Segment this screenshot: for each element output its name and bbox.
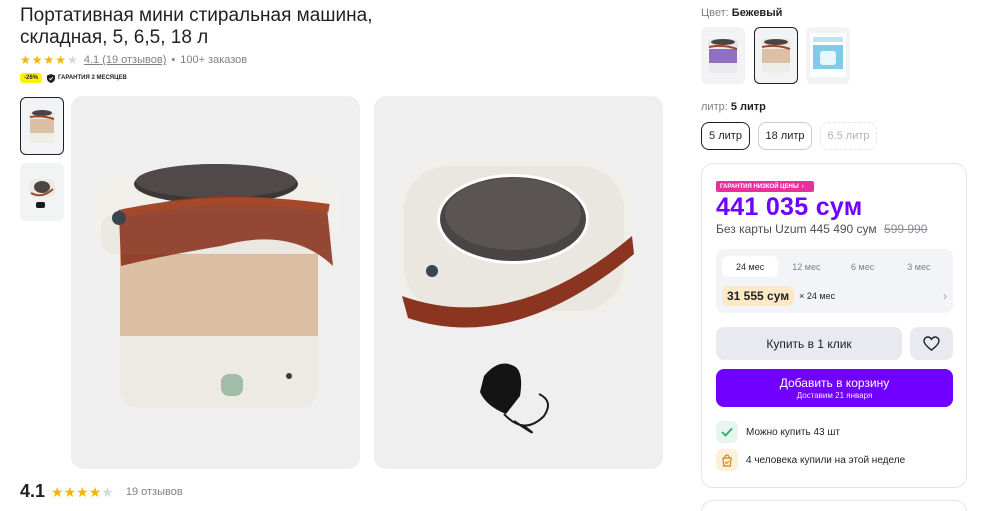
chevron-right-icon: › bbox=[943, 289, 947, 303]
orders-count: 100+ заказов bbox=[180, 54, 248, 66]
low-price-badge-text: ГАРАНТИЯ НИЗКОЙ ЦЕНЫ bbox=[720, 183, 799, 190]
stock-info: Можно купить 43 шт bbox=[716, 421, 840, 443]
washer-top-with-charger-photo bbox=[396, 158, 634, 434]
installment-box: 24 мес 12 мес 6 мес 3 мес 31 555 сум × 2… bbox=[716, 249, 953, 313]
product-photo-2[interactable] bbox=[374, 96, 663, 469]
stock-text: Можно купить 43 шт bbox=[746, 426, 841, 438]
reviews-link[interactable]: 4.1 (19 отзывов) bbox=[84, 54, 167, 66]
product-title: Портативная мини стиральная машина, скла… bbox=[20, 5, 373, 48]
checkmark-icon bbox=[716, 421, 738, 443]
rating-row: ★ ★ ★ ★ ★ 4.1 (19 отзывов) • 100+ заказо… bbox=[20, 52, 247, 68]
period-3[interactable]: 3 мес bbox=[891, 256, 947, 277]
reviews-count-link[interactable]: (19 отзывов) bbox=[102, 54, 166, 66]
liter-option-5[interactable]: 5 литр bbox=[701, 122, 750, 150]
buy-one-click-button[interactable]: Купить в 1 клик bbox=[716, 327, 902, 360]
guarantee-text: ГАРАНТИЯ 2 МЕСЯЦЕВ bbox=[58, 75, 127, 81]
reviews-count[interactable]: 19 отзывов bbox=[126, 486, 183, 498]
rating-big: 4.1 bbox=[20, 481, 46, 501]
color-swatch-blue[interactable] bbox=[806, 27, 850, 84]
reviews-summary: 4.1 ★ ★ ★ ★ ★ 19 отзывов bbox=[20, 481, 183, 502]
shopping-bag-icon bbox=[716, 449, 738, 471]
star-icon: ★ bbox=[43, 53, 55, 67]
installment-periods: 24 мес 12 мес 6 мес 3 мес bbox=[722, 256, 947, 277]
star-empty-icon: ★ bbox=[67, 53, 78, 67]
star-icon: ★ bbox=[63, 483, 77, 500]
installment-row[interactable]: 31 555 сум × 24 мес › bbox=[722, 285, 947, 307]
liter-option-6-5[interactable]: 6.5 литр bbox=[820, 122, 877, 150]
add-to-cart-button[interactable]: Добавить в корзину Доставим 21 января bbox=[716, 369, 953, 407]
star-empty-icon: ★ bbox=[101, 483, 114, 500]
color-option-label: Цвет: Бежевый bbox=[701, 7, 782, 19]
star-icon: ★ bbox=[20, 53, 31, 67]
guarantee-badge: ГАРАНТИЯ 2 МЕСЯЦЕВ bbox=[47, 73, 127, 83]
period-24[interactable]: 24 мес bbox=[722, 256, 779, 277]
rating-value[interactable]: 4.1 bbox=[84, 54, 99, 66]
liter-option-18[interactable]: 18 литр bbox=[758, 122, 812, 150]
bought-info: 4 человека купили на этой неделе bbox=[716, 449, 905, 471]
star-icon: ★ bbox=[88, 483, 102, 500]
price-old: 599 990 bbox=[884, 222, 928, 236]
price-card: ГАРАНТИЯ НИЗКОЙ ЦЕНЫ › 441 035 сум Без к… bbox=[701, 163, 967, 488]
delivery-date: Доставим 21 января bbox=[796, 391, 873, 400]
washer-front-thumb bbox=[29, 110, 55, 143]
color-label-text: Цвет: bbox=[701, 7, 729, 19]
washer-beige-thumb bbox=[761, 39, 791, 73]
period-6[interactable]: 6 мес bbox=[835, 256, 891, 277]
washer-front-photo bbox=[93, 164, 338, 408]
period-12[interactable]: 12 мес bbox=[778, 256, 834, 277]
washer-purple-thumb bbox=[708, 39, 738, 73]
star-icon: ★ bbox=[31, 53, 43, 67]
installment-times: × 24 мес bbox=[799, 291, 836, 301]
product-thumbnail-2[interactable] bbox=[20, 163, 64, 221]
separator-dot: • bbox=[171, 54, 176, 66]
washer-blue-box-thumb bbox=[810, 33, 846, 77]
add-to-cart-label: Добавить в корзину bbox=[779, 376, 890, 390]
rating-stars: ★ ★ ★ ★ ★ bbox=[20, 54, 78, 66]
color-value: Бежевый bbox=[731, 7, 783, 19]
discount-badge: -26% bbox=[20, 73, 43, 83]
bought-text: 4 человека купили на этой неделе bbox=[746, 454, 906, 466]
price-without-card-text: Без карты Uzum 445 490 сум bbox=[716, 222, 877, 236]
star-icon: ★ bbox=[51, 483, 64, 500]
product-photo-1[interactable] bbox=[71, 96, 360, 469]
star-icon: ★ bbox=[55, 53, 67, 67]
star-icon: ★ bbox=[76, 483, 89, 500]
liter-label-text: литр: bbox=[701, 101, 728, 113]
installment-amount: 31 555 сум bbox=[722, 286, 795, 306]
color-swatch-beige[interactable] bbox=[754, 27, 798, 84]
secondary-card bbox=[701, 500, 967, 511]
product-badges: -26% ГАРАНТИЯ 2 МЕСЯЦЕВ bbox=[20, 73, 127, 83]
heart-icon bbox=[923, 336, 940, 351]
price-without-card: Без карты Uzum 445 490 сум 599 990 bbox=[716, 222, 927, 236]
color-swatch-purple[interactable] bbox=[701, 27, 745, 84]
favorite-button[interactable] bbox=[910, 327, 953, 360]
product-thumbnail-1[interactable] bbox=[20, 97, 64, 155]
washer-top-thumb bbox=[29, 179, 55, 208]
price-main: 441 035 сум bbox=[716, 193, 863, 221]
chevron-right-icon: › bbox=[801, 183, 804, 190]
liter-option-label: литр: 5 литр bbox=[701, 101, 766, 113]
low-price-guarantee-badge[interactable]: ГАРАНТИЯ НИЗКОЙ ЦЕНЫ › bbox=[716, 181, 814, 192]
shield-icon bbox=[47, 73, 56, 83]
liter-value: 5 литр bbox=[730, 101, 766, 113]
